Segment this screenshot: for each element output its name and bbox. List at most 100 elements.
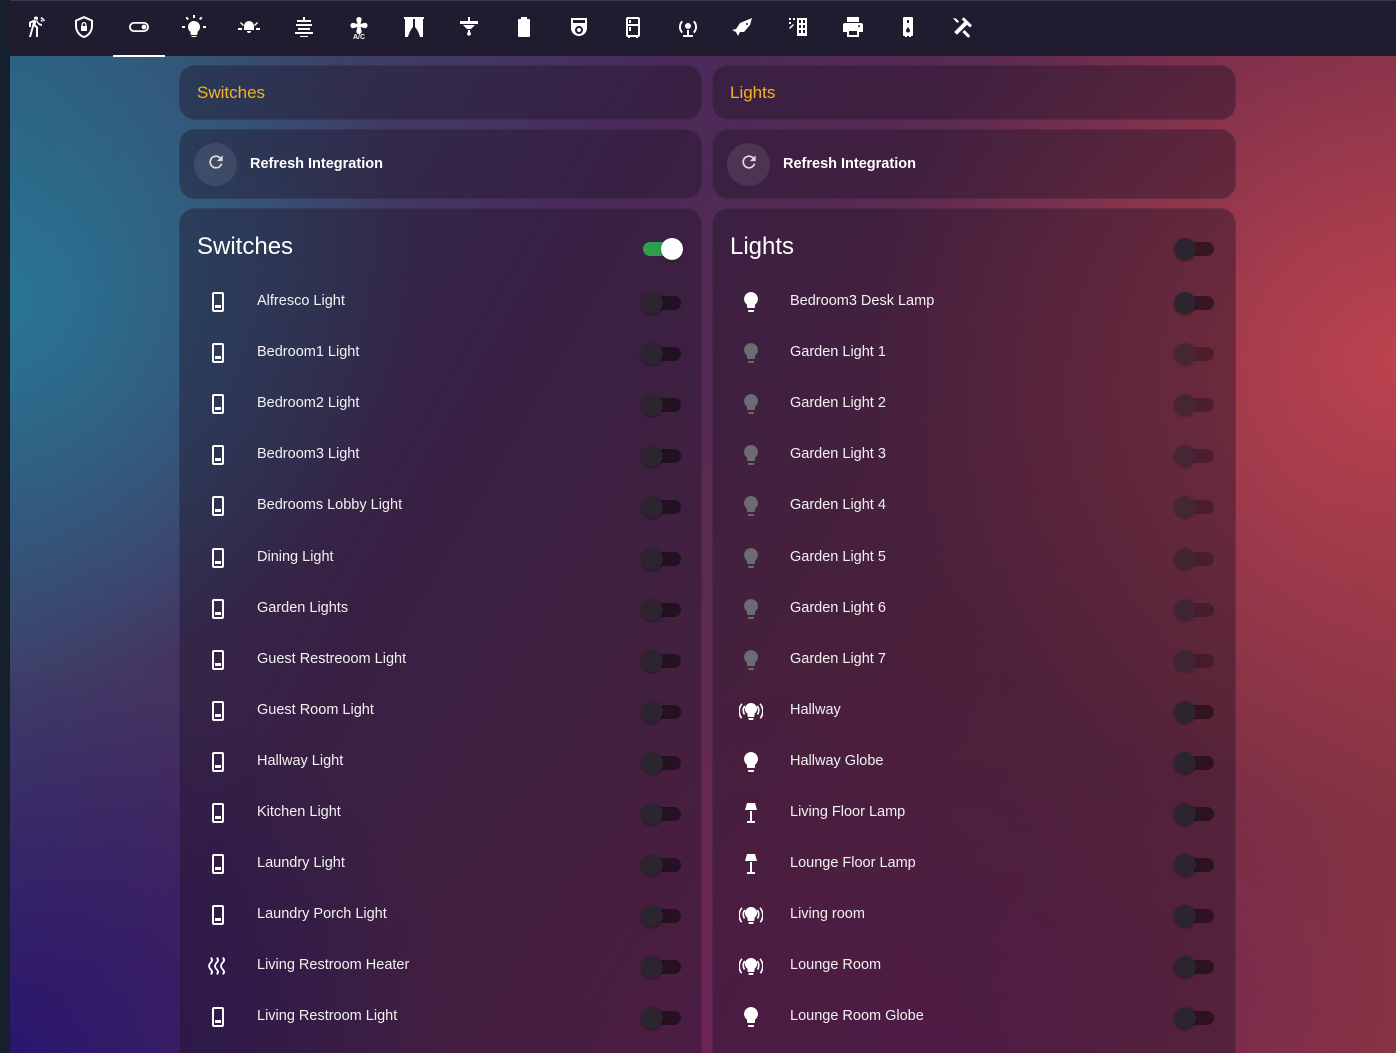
lights-row-name[interactable]: Garden Light 2 bbox=[790, 395, 886, 411]
lights-row[interactable]: Garden Light 1 bbox=[713, 329, 1235, 380]
tab-battery[interactable] bbox=[498, 1, 550, 57]
lightbulb-icon[interactable] bbox=[739, 290, 763, 314]
lights-row-toggle[interactable] bbox=[1174, 750, 1216, 774]
lights-row-toggle[interactable] bbox=[1174, 852, 1216, 877]
switches-row-name[interactable]: Hallway Light bbox=[257, 753, 343, 769]
tab-air-conditioner[interactable]: A/C bbox=[333, 1, 385, 57]
light-switch-icon[interactable] bbox=[206, 648, 230, 672]
lights-row[interactable]: Lounge Room Globe bbox=[713, 993, 1235, 1044]
lights-row-toggle[interactable] bbox=[1174, 699, 1216, 723]
switches-row-toggle[interactable] bbox=[641, 699, 683, 723]
lights-row-toggle[interactable] bbox=[1174, 392, 1216, 417]
switches-row-toggle[interactable] bbox=[641, 750, 683, 774]
lightbulb-icon[interactable] bbox=[739, 494, 763, 518]
light-switch-icon[interactable] bbox=[206, 750, 230, 774]
light-switch-icon[interactable] bbox=[206, 443, 230, 467]
lights-row-toggle[interactable] bbox=[1174, 954, 1216, 979]
switches-row[interactable]: Bedroom1 Light bbox=[180, 329, 701, 380]
light-switch-icon[interactable] bbox=[206, 852, 230, 876]
lights-row-toggle[interactable] bbox=[1174, 1005, 1216, 1030]
switches-refresh-button[interactable] bbox=[194, 142, 237, 186]
lights-row-name[interactable]: Living room bbox=[790, 906, 865, 922]
switches-row[interactable]: Bedrooms Lobby Light bbox=[180, 482, 701, 533]
switches-row[interactable]: Living Restroom Light bbox=[180, 993, 701, 1044]
switches-refresh-card[interactable]: Refresh Integration bbox=[179, 129, 702, 199]
lights-row-toggle[interactable] bbox=[1174, 648, 1216, 672]
light-switch-icon[interactable] bbox=[206, 290, 230, 314]
switches-row-toggle[interactable] bbox=[641, 903, 683, 928]
lightbulb-icon[interactable] bbox=[739, 546, 763, 570]
switches-row-name[interactable]: Bedroom2 Light bbox=[257, 395, 359, 411]
tab-ceiling-light-multiple[interactable] bbox=[223, 1, 275, 57]
tab-printer[interactable] bbox=[827, 1, 879, 57]
light-switch-icon[interactable] bbox=[206, 903, 230, 927]
lightbulb-icon[interactable] bbox=[739, 392, 763, 416]
lights-row-name[interactable]: Bedroom3 Desk Lamp bbox=[790, 293, 934, 309]
switches-row-name[interactable]: Laundry Porch Light bbox=[257, 906, 387, 922]
tab-shield-lock[interactable] bbox=[58, 1, 110, 57]
floor-lamp-icon[interactable] bbox=[739, 801, 763, 825]
switches-row-name[interactable]: Bedroom3 Light bbox=[257, 446, 359, 462]
lights-row[interactable]: Garden Light 6 bbox=[713, 585, 1235, 636]
switches-row[interactable]: Living Restroom Heater bbox=[180, 942, 701, 993]
light-switch-icon[interactable] bbox=[206, 597, 230, 621]
tab-robot-vacuum[interactable] bbox=[553, 1, 605, 57]
switches-row-name[interactable]: Laundry Light bbox=[257, 855, 345, 871]
heat-wave-icon[interactable] bbox=[206, 954, 230, 978]
lights-row[interactable]: Garden Light 2 bbox=[713, 380, 1235, 431]
lights-row-name[interactable]: Lounge Room bbox=[790, 957, 881, 973]
light-switch-icon[interactable] bbox=[206, 546, 230, 570]
lights-row-name[interactable]: Garden Light 5 bbox=[790, 549, 886, 565]
tab-ceiling-fan[interactable] bbox=[443, 1, 495, 57]
tab-water-heater[interactable] bbox=[882, 1, 934, 57]
switches-row-name[interactable]: Living Restroom Heater bbox=[257, 957, 409, 973]
lights-row-toggle[interactable] bbox=[1174, 443, 1216, 468]
switches-row[interactable]: Guest Room Light bbox=[180, 687, 701, 738]
lightbulb-group-icon[interactable] bbox=[738, 699, 764, 723]
lightbulb-icon[interactable] bbox=[739, 443, 763, 467]
tab-access-point[interactable] bbox=[662, 1, 714, 57]
lights-row-name[interactable]: Hallway bbox=[790, 702, 841, 718]
light-switch-icon[interactable] bbox=[206, 699, 230, 723]
lights-row-name[interactable]: Living Floor Lamp bbox=[790, 804, 905, 820]
lights-row[interactable]: Garden Light 4 bbox=[713, 482, 1235, 533]
lights-row-toggle[interactable] bbox=[1174, 801, 1216, 825]
lights-row[interactable]: Lounge Room bbox=[713, 942, 1235, 993]
light-switch-icon[interactable] bbox=[206, 1005, 230, 1029]
switches-row-toggle[interactable] bbox=[641, 597, 683, 621]
tab-solar-power[interactable] bbox=[772, 1, 824, 57]
lights-row-toggle[interactable] bbox=[1174, 903, 1216, 928]
lights-row-toggle[interactable] bbox=[1174, 341, 1216, 366]
lights-refresh-label[interactable]: Refresh Integration bbox=[783, 156, 916, 172]
switches-row[interactable]: Alfresco Light bbox=[180, 278, 701, 329]
lights-master-toggle[interactable] bbox=[1174, 236, 1216, 260]
lights-row[interactable]: Garden Light 7 bbox=[713, 636, 1235, 687]
lightbulb-group-icon[interactable] bbox=[738, 954, 764, 978]
lights-row[interactable]: Garden Light 3 bbox=[713, 431, 1235, 482]
lightbulb-icon[interactable] bbox=[739, 648, 763, 672]
lights-row-toggle[interactable] bbox=[1174, 494, 1216, 519]
tab-bird[interactable] bbox=[717, 1, 769, 57]
lights-row-name[interactable]: Lounge Room Globe bbox=[790, 1008, 924, 1024]
switches-row-name[interactable]: Alfresco Light bbox=[257, 293, 345, 309]
switches-row[interactable]: Hallway Light bbox=[180, 738, 701, 789]
switches-row-name[interactable]: Garden Lights bbox=[257, 600, 348, 616]
lights-row-name[interactable]: Garden Light 3 bbox=[790, 446, 886, 462]
lights-row-toggle[interactable] bbox=[1174, 290, 1216, 314]
switches-master-toggle[interactable] bbox=[641, 236, 683, 260]
switches-row[interactable]: Bedroom3 Light bbox=[180, 431, 701, 482]
lights-row-name[interactable]: Garden Light 4 bbox=[790, 497, 886, 513]
switches-row-name[interactable]: Living Restroom Light bbox=[257, 1008, 397, 1024]
lights-row-toggle[interactable] bbox=[1174, 597, 1216, 621]
switches-row-name[interactable]: Bedrooms Lobby Light bbox=[257, 497, 402, 513]
lights-row-toggle[interactable] bbox=[1174, 546, 1216, 570]
lightbulb-icon[interactable] bbox=[739, 1005, 763, 1029]
switches-row-toggle[interactable] bbox=[641, 392, 683, 417]
tab-curtains[interactable] bbox=[388, 1, 440, 57]
tab-lightbulb-on[interactable] bbox=[168, 1, 220, 57]
light-switch-icon[interactable] bbox=[206, 341, 230, 365]
switches-row-toggle[interactable] bbox=[641, 546, 683, 570]
lights-row[interactable]: Living Floor Lamp bbox=[713, 789, 1235, 840]
switches-row-toggle[interactable] bbox=[641, 648, 683, 672]
switches-row-name[interactable]: Guest Room Light bbox=[257, 702, 374, 718]
